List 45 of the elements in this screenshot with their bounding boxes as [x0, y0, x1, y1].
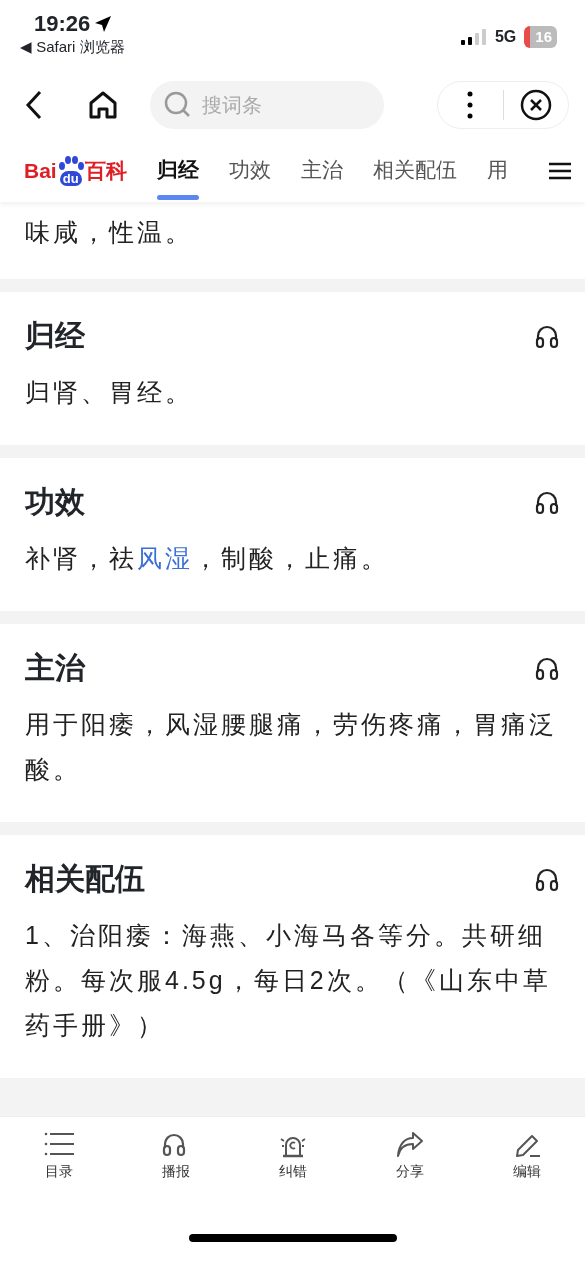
- headphones-icon: [534, 655, 560, 681]
- network-label: 5G: [494, 27, 517, 47]
- section-text: 用于阳痿，风湿腰腿痛，劳伤疼痛，胃痛泛酸。: [25, 709, 558, 785]
- headphones-icon: [534, 866, 560, 892]
- search-field[interactable]: 搜词条: [150, 81, 384, 129]
- close-icon: [519, 89, 552, 121]
- toolbar-button[interactable]: 编辑: [468, 1131, 585, 1182]
- logo: Bai du 百科: [24, 154, 127, 186]
- share-arrow-icon: [394, 1131, 425, 1159]
- location-arrow-icon: [94, 15, 113, 34]
- tab[interactable]: 用: [486, 146, 508, 200]
- section-title: 功效: [25, 484, 85, 520]
- toolbar-button[interactable]: 播报: [117, 1131, 234, 1182]
- listen-button[interactable]: [534, 655, 560, 681]
- toolbar-button[interactable]: 纠错: [234, 1131, 351, 1182]
- more-icon: [467, 91, 474, 119]
- headphones-icon: [534, 323, 560, 349]
- toolbar-button[interactable]: 分享: [351, 1131, 468, 1182]
- section-title: 相关配伍: [25, 861, 145, 897]
- section-text: 归肾、胃经。: [25, 377, 194, 408]
- section-text: 补肾，祛风湿，制酸，止痛。: [25, 543, 390, 574]
- battery-level: 16: [524, 25, 557, 49]
- tab[interactable]: 相关配伍: [372, 146, 457, 200]
- home-button[interactable]: [88, 90, 118, 120]
- headphones-icon: [534, 489, 560, 515]
- section-text: 1、治阳痿：海燕、小海马各等分。共研细粉。每次服4.5g，每日2次。（《山东中草药手册》）: [25, 920, 552, 1041]
- section-title: 主治: [25, 650, 85, 686]
- listen-button[interactable]: [534, 489, 560, 515]
- home-icon: [88, 90, 118, 120]
- tab[interactable]: 功效: [228, 146, 271, 200]
- time: 19:26: [33, 12, 91, 37]
- section-title: 归经: [25, 318, 85, 354]
- back-icon: [24, 89, 44, 121]
- section-text: 味咸，性温。: [25, 217, 194, 248]
- listen-button[interactable]: [534, 323, 560, 349]
- listen-button[interactable]: [534, 866, 560, 892]
- tab[interactable]: 归经: [156, 146, 199, 200]
- menu-icon: [549, 161, 571, 180]
- back-button[interactable]: [24, 89, 44, 121]
- term-link[interactable]: 风湿: [137, 544, 193, 572]
- back-to-app-link[interactable]: ◀ Safari 浏览器: [20, 36, 125, 59]
- toolbar-button[interactable]: 目录: [0, 1131, 117, 1182]
- paw-icon: [56, 154, 85, 172]
- tab[interactable]: 主治: [300, 146, 343, 200]
- signal-icon: [460, 29, 487, 45]
